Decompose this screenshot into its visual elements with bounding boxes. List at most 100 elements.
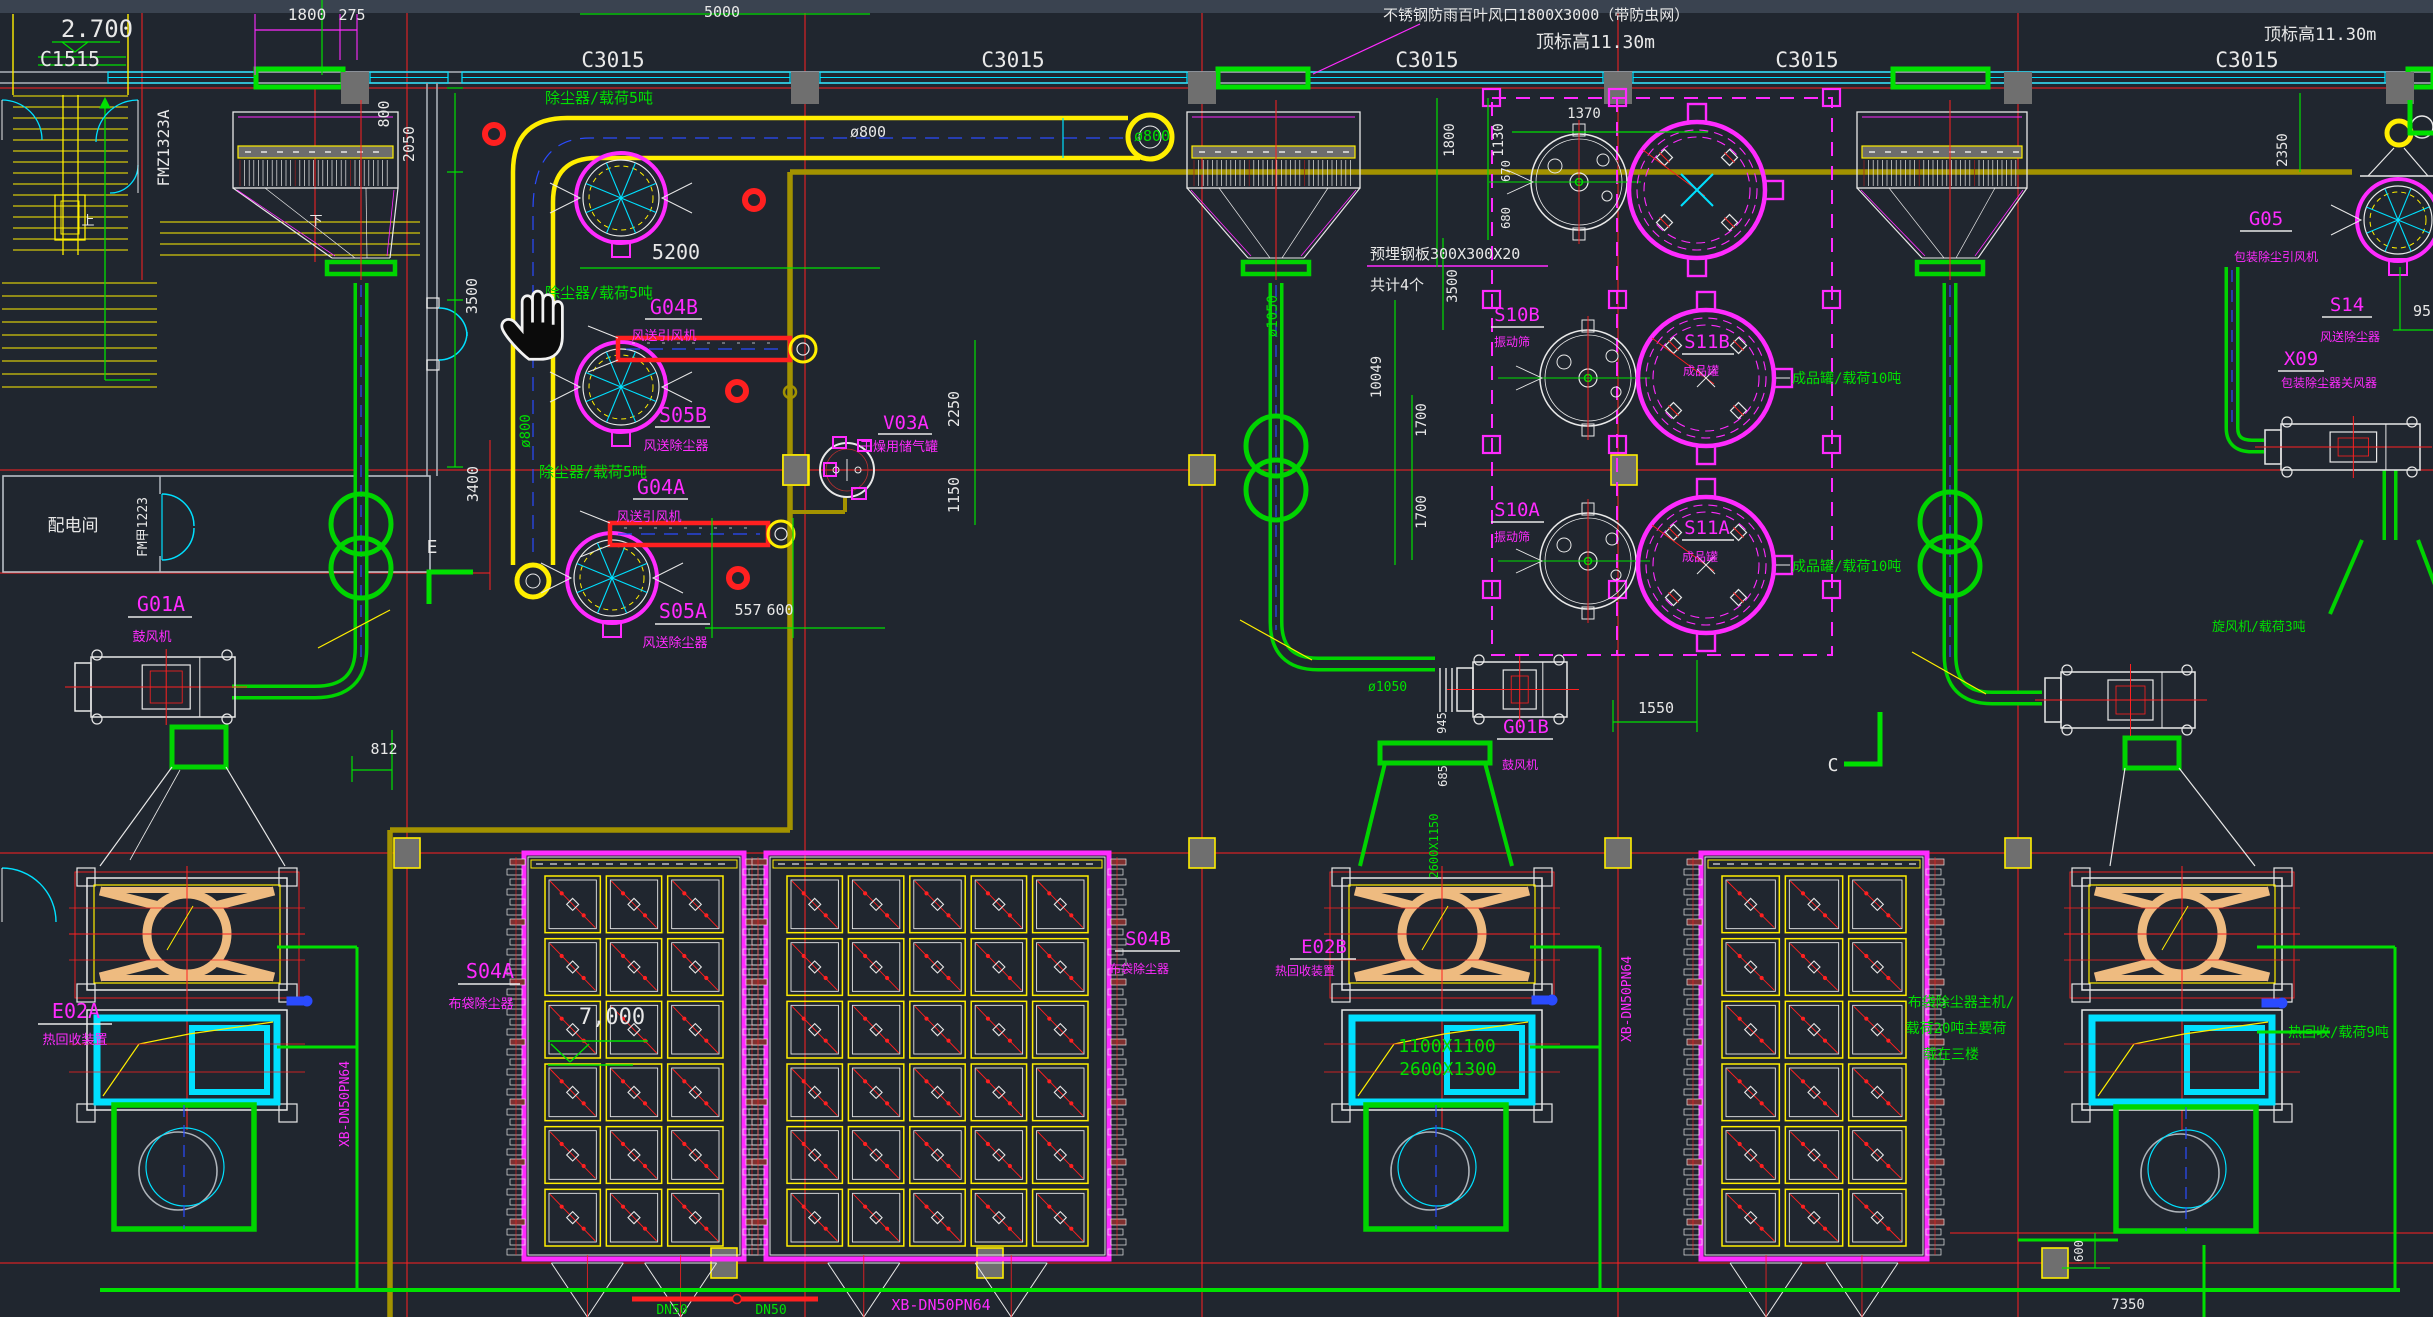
cad-line <box>976 944 1021 991</box>
cad-circle <box>1070 976 1073 979</box>
cad-circle <box>775 528 787 540</box>
cad-circle <box>1760 914 1763 917</box>
cad-rect <box>749 1149 764 1155</box>
eq-e02a-code: E02A <box>52 999 100 1023</box>
dim-2600x1300: 2600X1300 <box>1399 1059 1497 1080</box>
cad-rect <box>752 1159 767 1165</box>
cad-rect <box>1332 1104 1350 1122</box>
cad-line <box>1956 188 1995 258</box>
cad-circle <box>222 650 232 660</box>
cad-rect <box>749 929 764 935</box>
cad-rect <box>1929 1139 1944 1145</box>
cad-line <box>550 1194 595 1241</box>
cad-line <box>1659 152 1669 162</box>
cad-rect <box>749 1229 764 1235</box>
cad-rect <box>507 1229 522 1235</box>
eq-s14-code: S14 <box>2330 294 2364 316</box>
cad-rect <box>2274 1104 2292 1122</box>
cad-rect <box>1929 1079 1944 1085</box>
cad-rect <box>1929 959 1944 965</box>
cad-rect <box>749 1189 764 1195</box>
cad-line <box>611 1132 656 1179</box>
eq-g04a-name: 风送引风机 <box>616 510 681 525</box>
cad-line <box>588 326 618 338</box>
cad-line <box>1734 340 1744 350</box>
cad-rect <box>1111 899 1126 905</box>
cad-rect <box>770 857 1105 1255</box>
cad-rect <box>752 1039 767 1045</box>
cad-rect <box>507 909 522 915</box>
note-plate-1: 预埋钢板300X300X20 <box>1370 245 1520 263</box>
cad-viewport[interactable]: 2.700 C1515 1800 275 5000 不锈钢防雨百叶风口1800X… <box>0 0 2433 1317</box>
cad-line <box>611 1069 656 1116</box>
cad-circle <box>986 1205 989 1208</box>
cad-circle <box>1557 538 1571 552</box>
cad-rect <box>749 1009 764 1015</box>
dim-5200: 5200 <box>652 240 700 264</box>
cad-rect <box>746 1119 761 1125</box>
cad-rect <box>749 949 764 955</box>
cad-rect <box>746 1179 761 1185</box>
cad-line <box>1790 1069 1837 1116</box>
cad-circle <box>802 1205 805 1208</box>
cad-rect <box>507 1149 522 1155</box>
cad-circle <box>947 1039 950 1042</box>
dim-2250: 2250 <box>945 391 963 427</box>
cad-line <box>2330 540 2362 614</box>
cad-circle <box>802 892 805 895</box>
cad-circle <box>560 1080 563 1083</box>
cad-line <box>1187 188 1248 258</box>
cad-rect <box>2072 1104 2090 1122</box>
cad-rect <box>1929 1099 1944 1105</box>
eq-s05b-name: 风送除尘器 <box>643 439 708 454</box>
cad-rect <box>1684 889 1699 895</box>
cad-circle <box>2062 665 2072 675</box>
eq-x09-name: 包装除尘器关风器 <box>2281 375 2377 390</box>
cad-rect <box>524 853 744 1259</box>
cad-rect <box>1684 929 1699 935</box>
cad-path <box>232 283 361 692</box>
cad-line <box>2210 891 2269 906</box>
window-tag-c3015: C3015 <box>981 48 1044 72</box>
eq-x09-code: X09 <box>2284 348 2318 370</box>
room-label: 配电间 <box>48 516 99 536</box>
cad-rect <box>746 999 761 1005</box>
cad-rect <box>1697 479 1715 497</box>
cad-path <box>103 1022 273 1096</box>
cad-rect <box>1111 1039 1126 1045</box>
cad-circle <box>864 1080 867 1083</box>
pipe-tag-dn50-1: DN50 <box>656 1303 687 1317</box>
cad-circle <box>2282 467 2292 477</box>
cad-rect <box>1697 292 1715 310</box>
cad-rect <box>1687 979 1702 985</box>
dim-1700-a: 1700 <box>1414 403 1430 437</box>
cad-line <box>1790 1006 1837 1053</box>
cad-canvas[interactable]: 2.700 C1515 1800 275 5000 不锈钢防雨百叶风口1800X… <box>0 0 2433 1317</box>
note-plate-2: 共计4个 <box>1370 276 1424 294</box>
note-tank10t-2: 成品罐/载荷10吨 <box>1792 559 1901 575</box>
cad-circle <box>1887 1102 1890 1105</box>
cad-circle <box>1070 1039 1073 1042</box>
cad-line <box>853 1194 898 1241</box>
cad-line <box>1725 218 1735 228</box>
cad-path <box>110 165 138 193</box>
window-tag-c3015: C3015 <box>1775 48 1838 72</box>
cad-rect <box>1701 853 1927 1259</box>
cad-line <box>1668 340 1678 350</box>
cad-rect <box>507 1129 522 1135</box>
cad-rect <box>1929 979 1944 985</box>
cad-circle <box>621 1080 624 1083</box>
cad-path <box>1950 283 2042 698</box>
cad-circle <box>1048 954 1051 957</box>
cad-line <box>1355 891 1414 906</box>
cad-line <box>2368 148 2394 176</box>
cad-circle <box>1606 350 1618 362</box>
window-tag-c3015: C3015 <box>1395 48 1458 72</box>
cad-rect <box>507 1109 522 1115</box>
cad-circle <box>925 892 928 895</box>
cad-circle <box>1801 1080 1804 1083</box>
cad-circle <box>621 954 624 957</box>
window-tag-c1515: C1515 <box>40 47 100 71</box>
cad-circle <box>705 976 708 979</box>
cad-circle <box>925 1080 928 1083</box>
